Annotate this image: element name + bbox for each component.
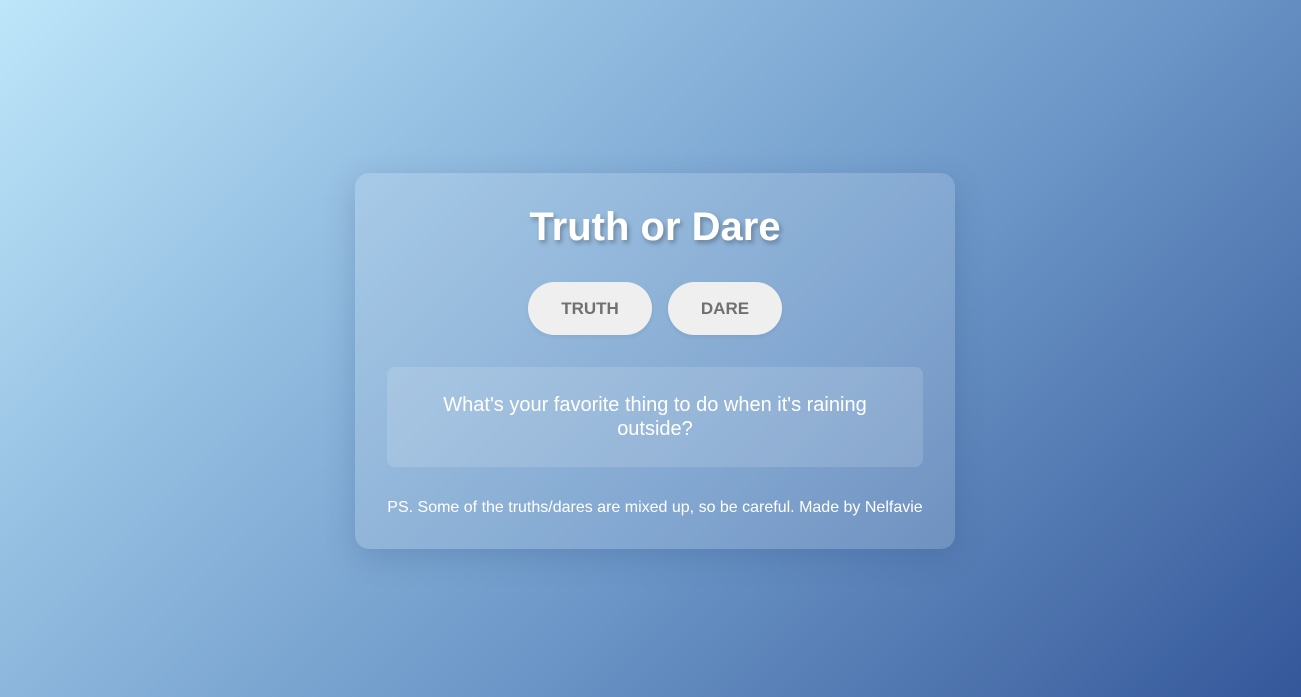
question-box: What's your favorite thing to do when it… [387,367,923,467]
page-title: Truth or Dare [529,205,781,249]
game-card: Truth or Dare TRUTH DARE What's your fav… [355,173,955,549]
truth-button[interactable]: TRUTH [528,282,652,335]
dare-button[interactable]: DARE [668,282,782,335]
choice-buttons: TRUTH DARE [355,282,955,335]
question-text: What's your favorite thing to do when it… [443,394,867,440]
footer-note: PS. Some of the truths/dares are mixed u… [387,499,923,516]
